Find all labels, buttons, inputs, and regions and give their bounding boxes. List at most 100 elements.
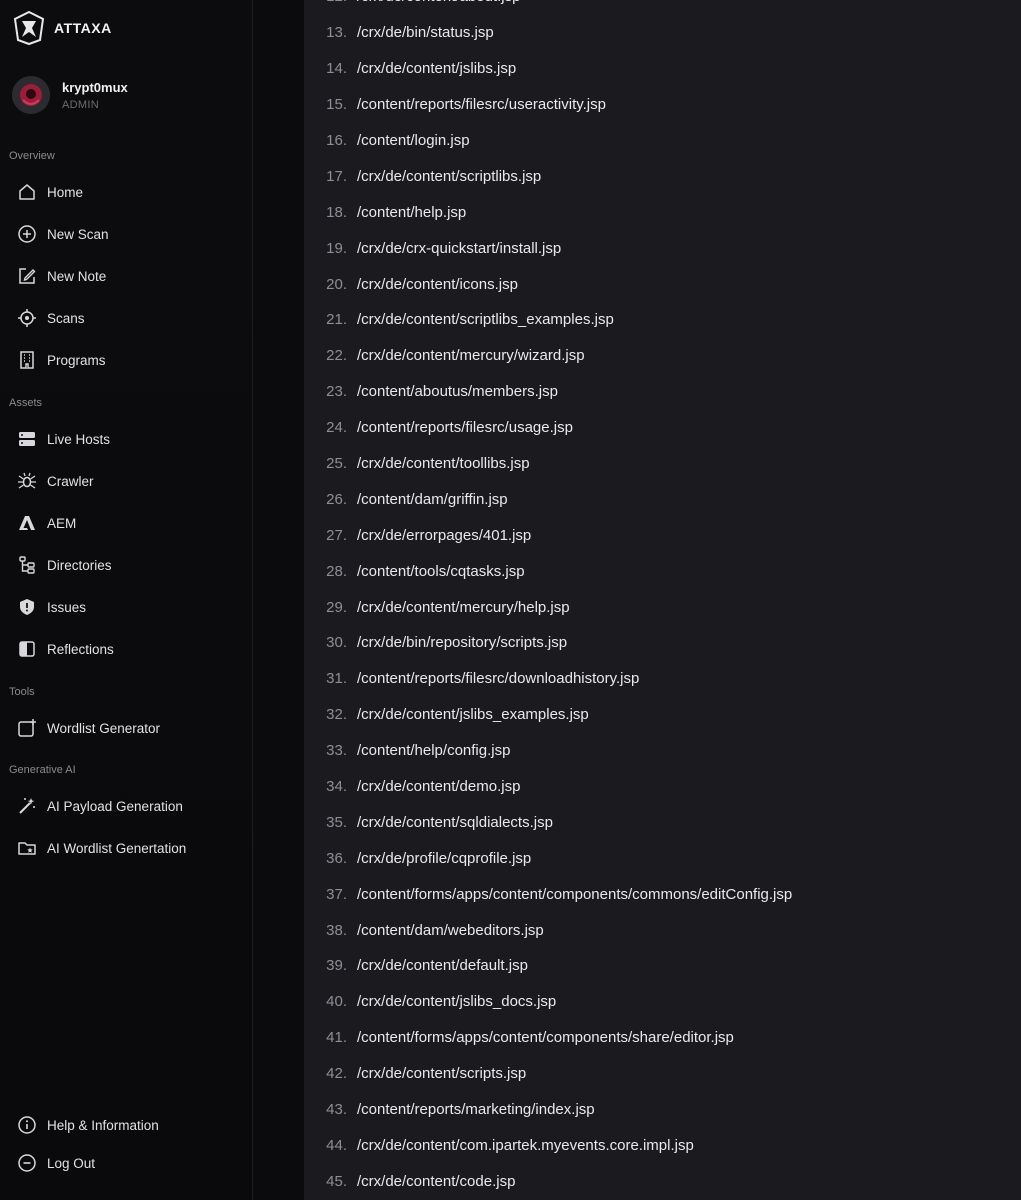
list-item[interactable]: 21. /crx/de/content/scriptlibs_examples.j…: [304, 302, 1021, 338]
list-item[interactable]: 23. /content/aboutus/members.jsp: [304, 374, 1021, 410]
avatar: [12, 76, 50, 114]
app-root: ATTAXA krypt0mux ADMIN Overview Home New…: [0, 0, 1021, 1200]
nav-ai-payload-generation[interactable]: AI Payload Generation: [16, 793, 241, 819]
list-item-path: /crx/de/content/toollibs.jsp: [357, 455, 530, 473]
list-item[interactable]: 26. /content/dam/griffin.jsp: [304, 481, 1021, 517]
nav-crawler[interactable]: Crawler: [16, 468, 241, 494]
list-item[interactable]: 19. /crx/de/crx-quickstart/install.jsp: [304, 230, 1021, 266]
list-item[interactable]: 36. /crx/de/profile/cqprofile.jsp: [304, 840, 1021, 876]
list-item[interactable]: 16. /content/login.jsp: [304, 123, 1021, 159]
list-item-path: /content/help/config.jsp: [357, 742, 511, 760]
list-item[interactable]: 41. /content/forms/apps/content/component…: [304, 1020, 1021, 1056]
list-item[interactable]: 20. /crx/de/content/icons.jsp: [304, 266, 1021, 302]
nav-help-information-label: Help & Information: [47, 1117, 159, 1133]
list-item[interactable]: 42. /crx/de/content/scripts.jsp: [304, 1056, 1021, 1092]
content-gutter: [254, 0, 304, 1200]
list-item-path: /crx/de/bin/status.jsp: [357, 24, 494, 42]
list-item-number: 25.: [326, 455, 347, 473]
list-item-path: /crx/de/crx-quickstart/install.jsp: [357, 239, 562, 257]
list-item-number: 19.: [326, 239, 347, 257]
list-item-number: 28.: [326, 562, 347, 580]
nav-reflections[interactable]: Reflections: [16, 636, 241, 662]
list-item[interactable]: 38. /content/dam/webeditors.jsp: [304, 912, 1021, 948]
list-item[interactable]: 25. /crx/de/content/toollibs.jsp: [304, 446, 1021, 482]
list-item[interactable]: 22. /crx/de/content/mercury/wizard.jsp: [304, 338, 1021, 374]
list-item-number: 44.: [326, 1136, 347, 1154]
list-item[interactable]: 34. /crx/de/content/demo.jsp: [304, 769, 1021, 805]
list-item-number: 40.: [326, 993, 347, 1011]
add-square-icon: [16, 717, 38, 739]
section-overview: Overview: [9, 150, 55, 162]
list-item[interactable]: 32. /crx/de/content/jslibs_examples.jsp: [304, 697, 1021, 733]
list-item[interactable]: 44. /crx/de/content/com.ipartek.myevents.…: [304, 1128, 1021, 1164]
list-item[interactable]: 37. /content/forms/apps/content/component…: [304, 876, 1021, 912]
crosshair-icon: [16, 307, 38, 329]
nav-scans[interactable]: Scans: [16, 305, 241, 331]
nav-new-scan[interactable]: New Scan: [16, 221, 241, 247]
list-item-number: 41.: [326, 1029, 347, 1047]
magic-wand-icon: [16, 795, 38, 817]
nav-directories[interactable]: Directories: [16, 552, 241, 578]
nav-new-note[interactable]: New Note: [16, 263, 241, 289]
list-item[interactable]: 30. /crx/de/bin/repository/scripts.jsp: [304, 625, 1021, 661]
nav-help-information[interactable]: Help & Information: [16, 1112, 241, 1138]
nav-log-out[interactable]: Log Out: [16, 1150, 241, 1176]
list-item-path: /crx/de/profile/cqprofile.jsp: [357, 849, 532, 867]
nav-ai-wordlist-generation[interactable]: AI Wordlist Genertation: [16, 835, 241, 861]
list-item-number: 29.: [326, 598, 347, 616]
list-item[interactable]: 31. /content/reports/filesrc/downloadhist…: [304, 661, 1021, 697]
list-item-path: /content/aboutus/members.jsp: [357, 383, 558, 401]
list-item[interactable]: 24. /content/reports/filesrc/usage.jsp: [304, 410, 1021, 446]
list-item-number: 26.: [326, 490, 347, 508]
list-item[interactable]: 13. /crx/de/bin/status.jsp: [304, 15, 1021, 51]
list-item[interactable]: 14. /crx/de/content/jslibs.jsp: [304, 51, 1021, 87]
list-item[interactable]: 33. /content/help/config.jsp: [304, 733, 1021, 769]
list-item[interactable]: 43. /content/reports/marketing/index.jsp: [304, 1092, 1021, 1128]
list-item-number: 37.: [326, 885, 347, 903]
list-item-path: /crx/de/content/mercury/wizard.jsp: [357, 347, 585, 365]
shield-alert-icon: [16, 596, 38, 618]
nav-wordlist-generator[interactable]: Wordlist Generator: [16, 715, 241, 741]
list-item[interactable]: 18. /content/help.jsp: [304, 194, 1021, 230]
user-profile[interactable]: krypt0mux ADMIN: [12, 76, 128, 114]
brand[interactable]: ATTAXA: [12, 10, 112, 46]
list-item-number: 39.: [326, 957, 347, 975]
list-item-path: /content/login.jsp: [357, 132, 470, 149]
list-item-number: 34.: [326, 778, 347, 796]
path-list-panel[interactable]: 12. /crx/de/content/about.jsp 13. /crx/de/b…: [304, 0, 1021, 1200]
server-icon: [16, 428, 38, 450]
nav-issues[interactable]: Issues: [16, 594, 241, 620]
list-item-path: /content/help.jsp: [357, 203, 467, 221]
list-item[interactable]: 17. /crx/de/content/scriptlibs.jsp: [304, 158, 1021, 194]
list-item[interactable]: 40. /crx/de/content/jslibs_docs.jsp: [304, 984, 1021, 1020]
nav-programs[interactable]: Programs: [16, 347, 241, 373]
adobe-icon: [16, 512, 38, 534]
nav-crawler-label: Crawler: [47, 473, 94, 489]
brand-name: ATTAXA: [54, 20, 112, 36]
list-item-number: 43.: [326, 1101, 347, 1119]
nav-live-hosts[interactable]: Live Hosts: [16, 426, 241, 452]
list-item[interactable]: 39. /crx/de/content/default.jsp: [304, 948, 1021, 984]
list-item[interactable]: 28. /content/tools/cqtasks.jsp: [304, 553, 1021, 589]
list-item[interactable]: 27. /crx/de/errorpages/401.jsp: [304, 517, 1021, 553]
list-item[interactable]: 35. /crx/de/content/sqldialects.jsp: [304, 804, 1021, 840]
list-item-path: /crx/de/content/jslibs.jsp: [357, 60, 517, 78]
list-item[interactable]: 12. /crx/de/content/about.jsp: [304, 0, 1021, 15]
list-item-path: /crx/de/content/jslibs_examples.jsp: [357, 706, 589, 724]
edit-note-icon: [16, 265, 38, 287]
nav-home[interactable]: Home: [16, 179, 241, 205]
list-item[interactable]: 45. /crx/de/content/code.jsp: [304, 1163, 1021, 1199]
section-assets: Assets: [9, 397, 43, 409]
list-item[interactable]: 29. /crx/de/content/mercury/help.jsp: [304, 589, 1021, 625]
nav-ai-payload-generation-label: AI Payload Generation: [47, 798, 183, 814]
list-item-path: /crx/de/content/sqldialects.jsp: [357, 813, 553, 831]
nav-home-label: Home: [47, 184, 84, 200]
list-item-number: 23.: [326, 383, 347, 401]
list-item[interactable]: 15. /content/reports/filesrc/useractivity…: [304, 87, 1021, 123]
list-item-path: /crx/de/content/about.jsp: [357, 0, 520, 5]
list-item-number: 36.: [326, 849, 347, 867]
list-item-number: 27.: [326, 526, 347, 544]
list-item-number: 15.: [326, 96, 347, 114]
nav-aem[interactable]: AEM: [16, 510, 241, 536]
list-item-path: /content/reports/filesrc/usage.jsp: [357, 419, 573, 437]
